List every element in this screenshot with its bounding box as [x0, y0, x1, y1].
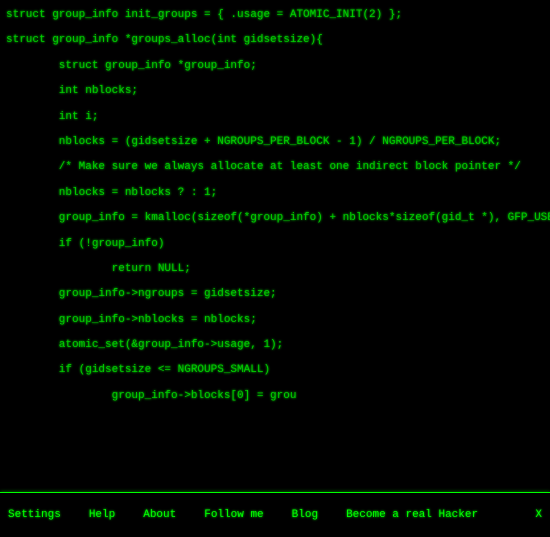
code-line: int i;	[6, 110, 544, 125]
code-line: group_info->ngroups = gidsetsize;	[6, 287, 544, 302]
code-line: struct group_info *groups_alloc(int gids…	[6, 33, 544, 48]
bottom-bar-left: Settings Help About Follow me Blog Becom…	[8, 509, 535, 521]
code-line: int nblocks;	[6, 84, 544, 99]
follow-me-link[interactable]: Follow me	[204, 509, 263, 521]
code-line: if (!group_info)	[6, 237, 544, 252]
help-link[interactable]: Help	[89, 509, 115, 521]
close-button[interactable]: X	[535, 509, 542, 521]
code-line: atomic_set(&group_info->usage, 1);	[6, 338, 544, 353]
bottom-bar: Settings Help About Follow me Blog Becom…	[0, 492, 550, 537]
code-area[interactable]: struct group_info init_groups = { .usage…	[0, 0, 550, 492]
about-link[interactable]: About	[143, 509, 176, 521]
code-line: if (gidsetsize <= NGROUPS_SMALL)	[6, 363, 544, 378]
settings-link[interactable]: Settings	[8, 509, 61, 521]
blog-link[interactable]: Blog	[292, 509, 318, 521]
become-hacker-link[interactable]: Become a real Hacker	[346, 509, 478, 521]
code-line: group_info->nblocks = nblocks;	[6, 313, 544, 328]
code-line: group_info->blocks[0] = grou	[6, 389, 544, 404]
code-line: struct group_info *group_info;	[6, 59, 544, 74]
code-line: /* Make sure we always allocate at least…	[6, 160, 544, 175]
code-line: nblocks = nblocks ? : 1;	[6, 186, 544, 201]
code-line: nblocks = (gidsetsize + NGROUPS_PER_BLOC…	[6, 135, 544, 150]
code-line: struct group_info init_groups = { .usage…	[6, 8, 544, 23]
code-line: group_info = kmalloc(sizeof(*group_info)…	[6, 211, 544, 226]
code-line: return NULL;	[6, 262, 544, 277]
